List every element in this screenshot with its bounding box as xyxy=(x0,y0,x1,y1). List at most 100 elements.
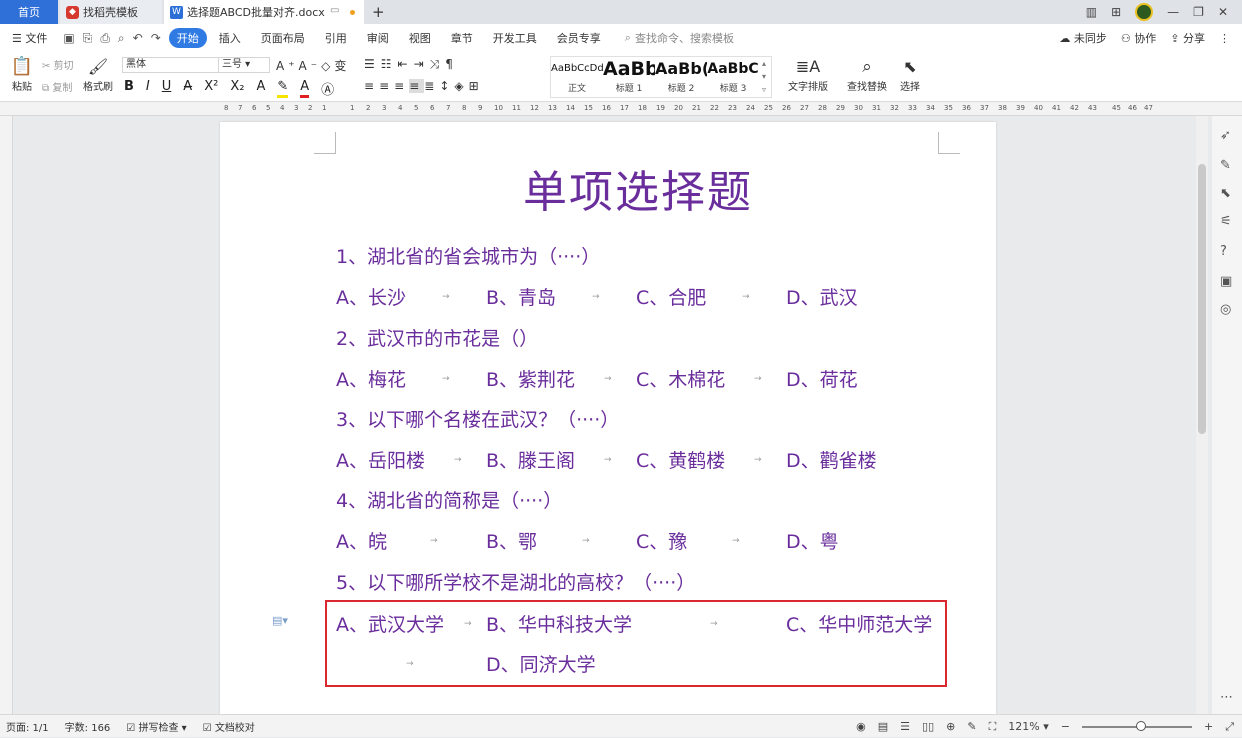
more-icon[interactable]: ⋮ xyxy=(1219,32,1230,45)
menu-page-layout[interactable]: 页面布局 xyxy=(253,27,313,49)
strikethrough-icon[interactable]: A̶ xyxy=(183,79,192,98)
indent-increase-icon[interactable]: ⇥ xyxy=(414,57,430,71)
line-spacing-icon[interactable]: ↕ xyxy=(439,79,454,93)
pinyin-icon[interactable]: 变 xyxy=(334,59,350,73)
bullet-list-icon[interactable]: ☰ xyxy=(364,57,381,71)
font-size-select[interactable]: 三号 ▾ xyxy=(218,57,270,73)
q1-option-d[interactable]: D、武汉 xyxy=(786,283,858,310)
question-4[interactable]: 4、湖北省的简称是（····） xyxy=(336,486,562,513)
highlight-icon[interactable]: ✎ xyxy=(277,79,289,98)
style-heading-3[interactable]: AaBbC 标题 3 xyxy=(707,57,759,97)
q2-option-c[interactable]: C、木棉花 xyxy=(636,365,725,392)
word-count[interactable]: 字数: 166 xyxy=(65,719,111,734)
screen-icon[interactable]: ▭ xyxy=(330,5,339,16)
location-icon[interactable]: ◎ xyxy=(1220,302,1231,317)
share-button[interactable]: ⇪ 分享 xyxy=(1170,30,1205,46)
grid-icon[interactable]: ⊞ xyxy=(1111,5,1121,19)
help-icon[interactable]: ? xyxy=(1220,244,1227,259)
q3-option-d[interactable]: D、鹳雀楼 xyxy=(786,446,877,473)
paragraph-handle-icon[interactable]: ▤▾ xyxy=(272,614,288,627)
shading-icon[interactable]: ◈ xyxy=(454,79,468,93)
menu-reference[interactable]: 引用 xyxy=(317,27,355,49)
fullscreen-icon[interactable]: ⤢ xyxy=(1225,720,1234,734)
align-right-icon[interactable]: ≡ xyxy=(394,79,409,93)
spellcheck-button[interactable]: ☑ 拼写检查 ▾ xyxy=(126,719,186,734)
write-view-icon[interactable]: ✎ xyxy=(967,720,976,733)
bold-icon[interactable]: B xyxy=(124,79,134,98)
menu-start[interactable]: 开始 xyxy=(168,28,207,48)
q1-option-a[interactable]: A、长沙 xyxy=(336,283,406,310)
command-search[interactable]: ⌕ 查找命令、搜索模板 xyxy=(625,30,734,46)
format-painter-button[interactable]: 🖌 格式刷 xyxy=(82,56,114,93)
q4-option-a[interactable]: A、皖 xyxy=(336,527,387,554)
file-menu[interactable]: ☰ 文件 xyxy=(4,27,55,49)
pointer-icon[interactable]: ⬉ xyxy=(1220,186,1231,201)
fit-icon[interactable]: ⛶ xyxy=(989,720,997,734)
question-5[interactable]: 5、以下哪所学校不是湖北的高校？（····） xyxy=(336,568,695,595)
layout-icon[interactable]: ▥ xyxy=(1086,5,1097,19)
collab-button[interactable]: ⚇ 协作 xyxy=(1121,30,1156,46)
question-2[interactable]: 2、武汉市的市花是（） xyxy=(336,324,538,351)
q3-option-c[interactable]: C、黄鹤楼 xyxy=(636,446,725,473)
new-tab-button[interactable]: + xyxy=(372,3,385,21)
subscript-icon[interactable]: X₂ xyxy=(230,79,244,98)
eye-protect-icon[interactable]: ◉ xyxy=(856,720,866,733)
q4-option-c[interactable]: C、豫 xyxy=(636,527,687,554)
q2-option-d[interactable]: D、荷花 xyxy=(786,365,858,392)
style-normal[interactable]: AaBbCcDd 正文 xyxy=(551,57,603,97)
font-color-icon[interactable]: A xyxy=(300,79,310,98)
avatar[interactable] xyxy=(1135,3,1154,21)
superscript-icon[interactable]: X² xyxy=(204,79,218,98)
read-view-icon[interactable]: ▯▯ xyxy=(922,720,934,733)
restore-icon[interactable]: ❐ xyxy=(1193,5,1204,19)
export-icon[interactable]: ⎘ xyxy=(83,31,93,46)
find-replace-button[interactable]: ⌕ 查找替换 xyxy=(843,56,891,93)
rocket-icon[interactable]: ➶ xyxy=(1220,128,1231,143)
horizontal-ruler[interactable]: 87654321 1 2 3 4 5 6 7 8 9 10 11 12 13 14 15 16 17 18 19 20… xyxy=(0,102,1242,116)
q1-option-b[interactable]: B、青岛 xyxy=(486,283,556,310)
proofread-button[interactable]: ☑ 文档校对 xyxy=(203,719,255,734)
pen-icon[interactable]: ✎ xyxy=(1220,158,1231,173)
web-view-icon[interactable]: ⊕ xyxy=(946,720,955,733)
grow-font-icon[interactable]: A⁺ xyxy=(276,59,299,73)
q4-option-d[interactable]: D、粤 xyxy=(786,527,839,554)
zoom-slider-knob[interactable] xyxy=(1135,720,1146,731)
text-layout-button[interactable]: ≣A 文字排版 xyxy=(784,56,832,93)
print-icon[interactable]: ⎙ xyxy=(100,31,110,46)
clear-format-icon[interactable]: ◇ xyxy=(321,59,334,73)
italic-icon[interactable]: I xyxy=(146,79,150,98)
numbered-list-icon[interactable]: ☷ xyxy=(381,57,398,71)
vertical-ruler[interactable] xyxy=(0,116,13,714)
align-center-icon[interactable]: ≡ xyxy=(379,79,394,93)
preview-icon[interactable]: ⌕ xyxy=(118,31,125,46)
style-gallery-scroll[interactable]: ▴ ▾ ▿ xyxy=(759,57,769,97)
zoom-out-button[interactable]: − xyxy=(1061,720,1070,733)
select-button[interactable]: ⬉ 选择 xyxy=(895,56,925,93)
q1-option-c[interactable]: C、合肥 xyxy=(636,283,706,310)
tab-template[interactable]: ◆ 找稻壳模板 xyxy=(60,0,162,24)
q4-option-b[interactable]: B、鄂 xyxy=(486,527,537,554)
menu-view[interactable]: 视图 xyxy=(401,27,439,49)
q2-option-a[interactable]: A、梅花 xyxy=(336,365,406,392)
distribute-icon[interactable]: ≣ xyxy=(424,79,439,93)
q3-option-b[interactable]: B、滕王阁 xyxy=(486,446,575,473)
paste-button[interactable]: 📋 粘贴 xyxy=(6,56,38,93)
menu-insert[interactable]: 插入 xyxy=(211,27,249,49)
undo-icon[interactable]: ↶ xyxy=(133,31,143,46)
settings-sliders-icon[interactable]: ⚟ xyxy=(1220,214,1232,229)
zoom-level[interactable]: 121% ▾ xyxy=(1008,720,1048,733)
chinese-layout-icon[interactable]: ⤨ xyxy=(430,57,446,71)
question-3[interactable]: 3、以下哪个名楼在武汉？（····） xyxy=(336,405,619,432)
q2-option-b[interactable]: B、紫荆花 xyxy=(486,365,575,392)
tab-home[interactable]: 首页 xyxy=(0,0,58,24)
style-heading-1[interactable]: AaBb 标题 1 xyxy=(603,57,655,97)
minimize-icon[interactable]: — xyxy=(1167,5,1179,19)
q3-option-a[interactable]: A、岳阳楼 xyxy=(336,446,425,473)
show-marks-icon[interactable]: ¶ xyxy=(445,57,459,71)
shrink-font-icon[interactable]: A⁻ xyxy=(299,59,322,73)
char-border-icon[interactable]: Ⓐ xyxy=(321,79,334,98)
scrollbar-thumb[interactable] xyxy=(1198,164,1206,434)
cut-button[interactable]: ✂ 剪切 xyxy=(42,57,74,72)
more-options-icon[interactable]: ⋯ xyxy=(1220,690,1233,705)
style-heading-2[interactable]: AaBb(标题 2 xyxy=(655,57,707,97)
